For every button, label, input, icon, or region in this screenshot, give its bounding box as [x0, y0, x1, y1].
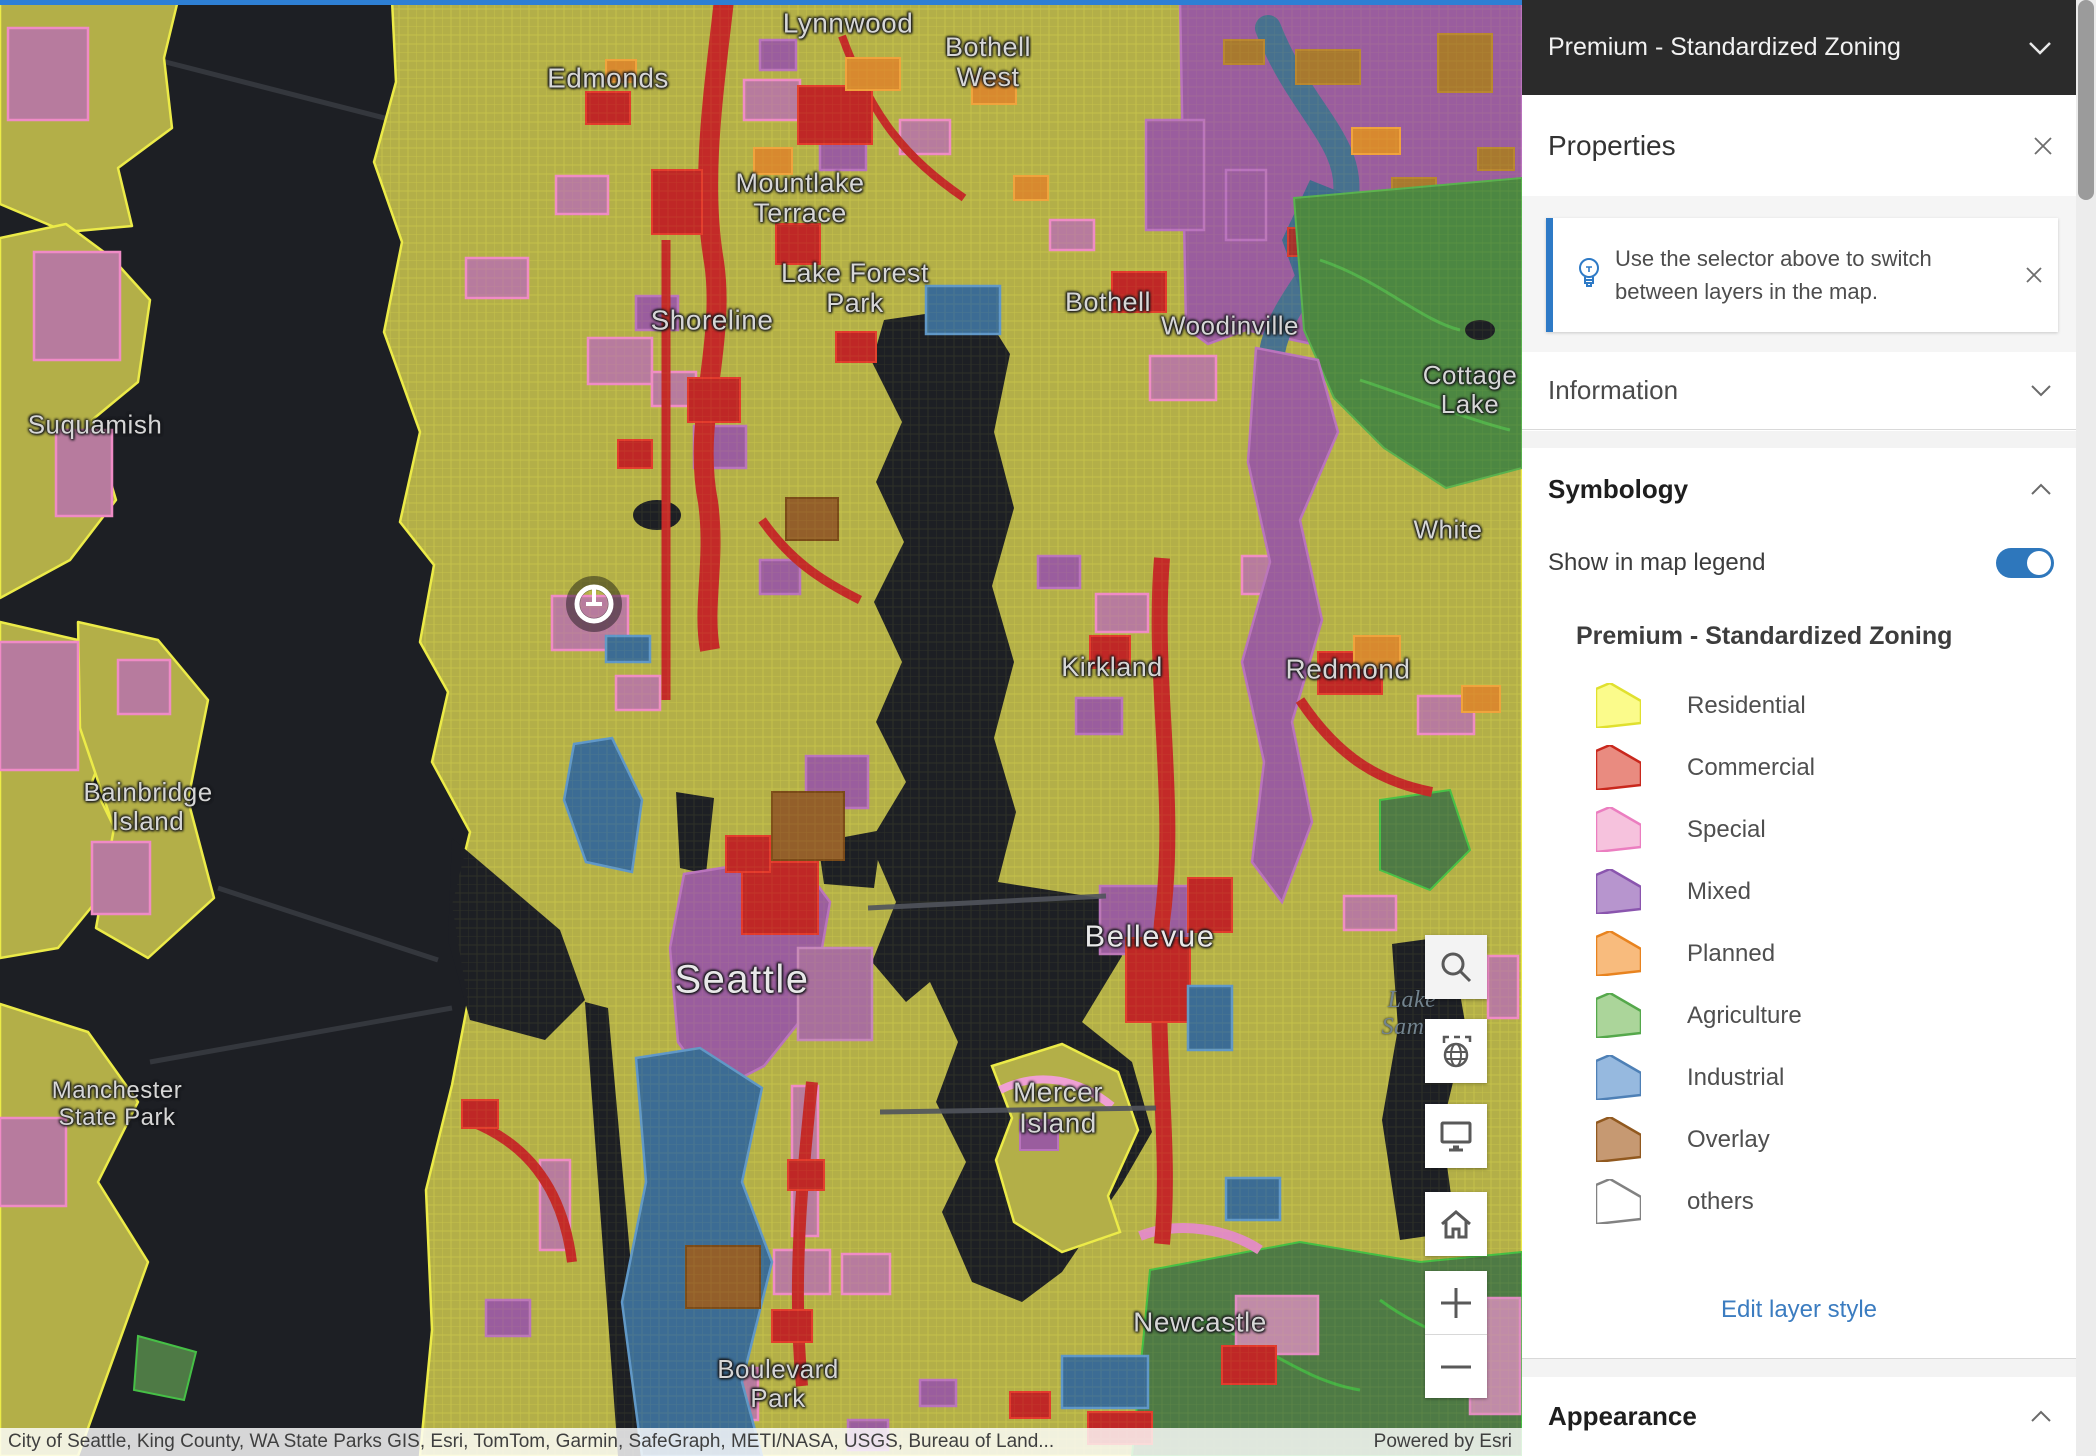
legend-swatch	[1596, 1055, 1641, 1100]
legend-item: Overlay	[1596, 1117, 2056, 1162]
zoom-out-button[interactable]	[1425, 1335, 1487, 1398]
close-panel-icon[interactable]	[2032, 135, 2054, 157]
chevron-down-icon	[2028, 41, 2052, 55]
section-appearance[interactable]: Appearance	[1522, 1377, 2076, 1456]
attribution-text: City of Seattle, King County, WA State P…	[8, 1431, 1054, 1453]
show-in-map-legend-row: Show in map legend	[1548, 548, 2054, 578]
monitor-icon	[1438, 1119, 1474, 1153]
legend-item-label: Overlay	[1687, 1126, 1770, 1154]
legend-item-label: Agriculture	[1687, 1002, 1802, 1030]
basemap-globe-icon	[1438, 1033, 1474, 1069]
section-gap	[1522, 1359, 2076, 1378]
dismiss-callout-icon[interactable]	[2024, 265, 2044, 285]
legend-item-label: others	[1687, 1188, 1754, 1216]
search-button[interactable]	[1425, 935, 1487, 999]
panel-title: Properties	[1548, 130, 1676, 162]
legend-item: Industrial	[1596, 1055, 2056, 1100]
plus-icon	[1439, 1286, 1473, 1320]
legend-swatch	[1596, 869, 1641, 914]
legend-item: Mixed	[1596, 869, 2056, 914]
legend-swatch	[1596, 1179, 1641, 1224]
selector-hint-callout: Use the selector above to switch between…	[1546, 218, 2058, 332]
section-gap	[1522, 431, 2076, 449]
layer-selector-label: Premium - Standardized Zoning	[1548, 33, 1901, 62]
search-icon	[1439, 950, 1473, 984]
appearance-label: Appearance	[1548, 1401, 1697, 1432]
symbology-label: Symbology	[1548, 474, 1688, 505]
powered-by-esri: Powered by Esri	[1374, 1431, 1512, 1453]
zoom-controls	[1425, 1271, 1487, 1398]
legend-item: Residential	[1596, 683, 2056, 728]
basemap-button[interactable]	[1425, 1019, 1487, 1083]
legend-swatch	[1596, 993, 1641, 1038]
map-canvas[interactable]: LynnwoodEdmondsBothell WestMountlake Ter…	[0, 0, 1522, 1456]
legend-item: others	[1596, 1179, 2056, 1224]
section-information[interactable]: Information	[1522, 352, 2076, 430]
legend-swatch	[1596, 931, 1641, 976]
legend-item-label: Planned	[1687, 940, 1775, 968]
chevron-up-icon	[2030, 1410, 2052, 1423]
legend-swatch	[1596, 683, 1641, 728]
arcgis-map-viewer: LynnwoodEdmondsBothell WestMountlake Ter…	[0, 0, 2096, 1456]
legend-list: Residential Commercial Special Mixed	[1596, 683, 2056, 1241]
panel-scrollbar[interactable]	[2076, 0, 2096, 1456]
legend-item-label: Commercial	[1687, 754, 1815, 782]
information-label: Information	[1548, 375, 1678, 406]
legend-swatch	[1596, 1117, 1641, 1162]
legend-item: Planned	[1596, 931, 2056, 976]
legend-item: Commercial	[1596, 745, 2056, 790]
zoom-in-button[interactable]	[1425, 1271, 1487, 1334]
zoning-map-graphic[interactable]	[0, 0, 1522, 1456]
legend-item-label: Residential	[1687, 692, 1806, 720]
screen-button[interactable]	[1425, 1104, 1487, 1168]
legend-swatch	[1596, 745, 1641, 790]
lightbulb-icon	[1575, 255, 1615, 296]
location-marker	[573, 583, 615, 625]
legend-item-label: Mixed	[1687, 878, 1751, 906]
legend-item: Agriculture	[1596, 993, 2056, 1038]
show-in-map-legend-label: Show in map legend	[1548, 549, 1765, 577]
show-in-map-legend-toggle[interactable]	[1996, 548, 2054, 578]
layer-selector[interactable]: Premium - Standardized Zoning	[1522, 0, 2076, 95]
legend-item-label: Special	[1687, 816, 1766, 844]
toggle-knob	[2027, 551, 2051, 575]
legend-title: Premium - Standardized Zoning	[1576, 622, 1952, 651]
minus-icon	[1439, 1362, 1473, 1372]
map-controls	[1425, 935, 1487, 1398]
home-button[interactable]	[1425, 1192, 1487, 1256]
home-icon	[1438, 1207, 1474, 1241]
legend-swatch	[1596, 807, 1641, 852]
edit-layer-style-link[interactable]: Edit layer style	[1522, 1296, 2076, 1324]
properties-title-row: Properties	[1522, 95, 2076, 196]
properties-panel: Premium - Standardized Zoning Properties…	[1522, 0, 2076, 1456]
scrollbar-thumb[interactable]	[2078, 0, 2094, 200]
callout-text: Use the selector above to switch between…	[1615, 242, 2024, 308]
map-top-border	[0, 0, 1522, 5]
section-symbology[interactable]: Symbology	[1522, 448, 2076, 530]
legend-item-label: Industrial	[1687, 1064, 1784, 1092]
chevron-up-icon	[2030, 483, 2052, 496]
attribution-bar: City of Seattle, King County, WA State P…	[0, 1428, 1522, 1456]
chevron-down-icon	[2030, 384, 2052, 397]
legend-item: Special	[1596, 807, 2056, 852]
